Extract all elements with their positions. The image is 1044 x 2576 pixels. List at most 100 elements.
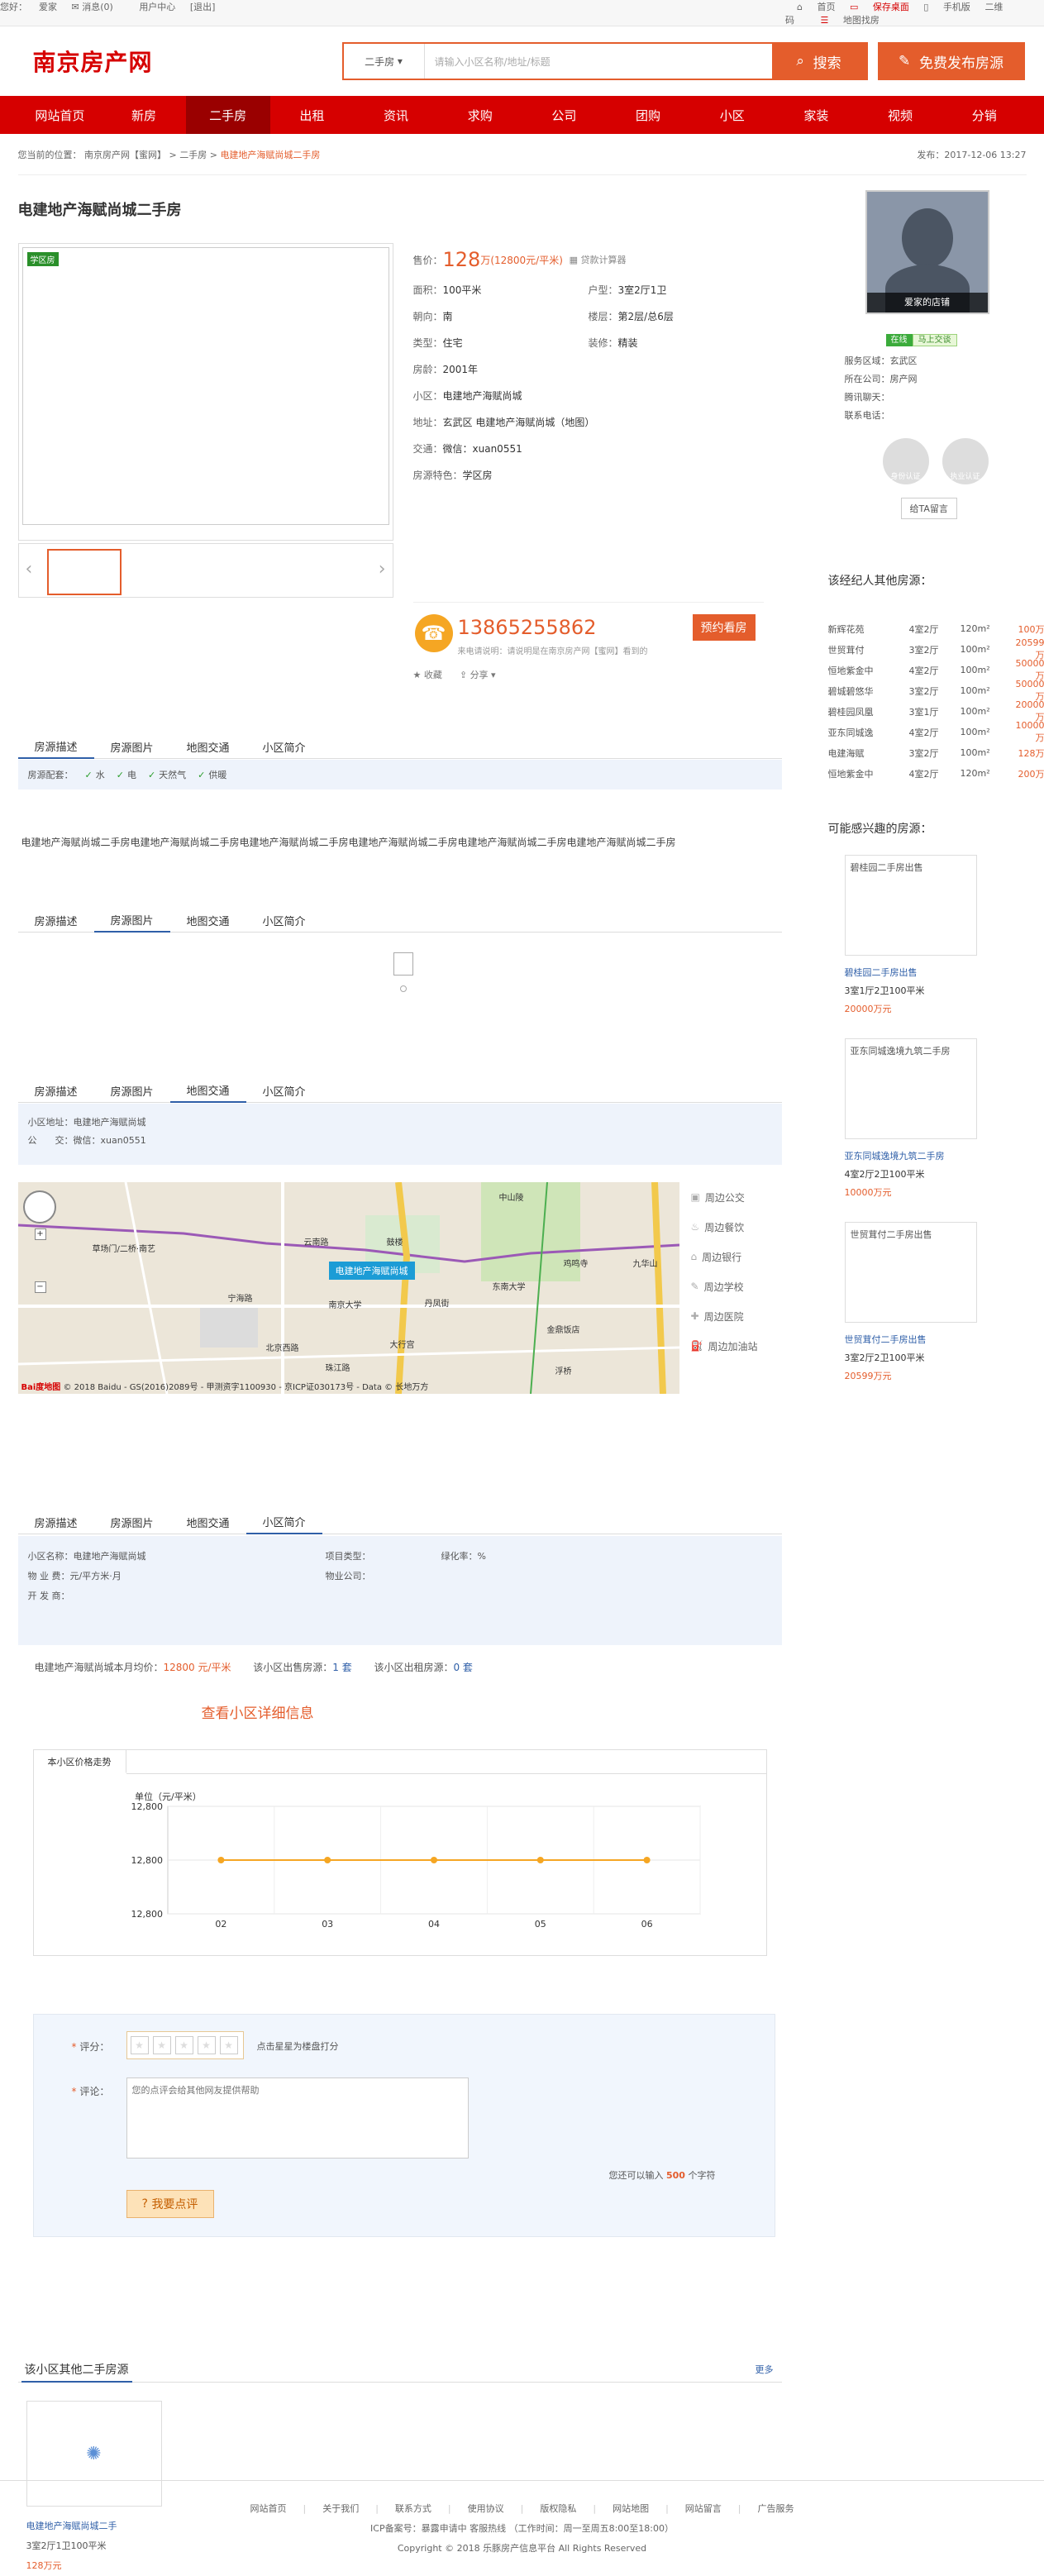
- tab-2[interactable]: 地图交通: [170, 734, 246, 759]
- community-detail-link[interactable]: 查看小区详细信息: [202, 1701, 314, 1722]
- map-tool-1[interactable]: ♨周边餐饮: [691, 1212, 758, 1242]
- nav-item[interactable]: 二手房: [186, 96, 270, 134]
- tab-0[interactable]: 房源描述: [18, 1510, 94, 1534]
- baidu-map[interactable]: 南京大学珠江路鼓楼云南路鸡鸣寺九华山东南大学丹凤街宁海路草场门/二桥·南艺浮桥金…: [18, 1182, 679, 1394]
- book-viewing-button[interactable]: 预约看房: [693, 614, 756, 641]
- tab-0[interactable]: 房源描述: [18, 1078, 94, 1103]
- tab-2[interactable]: 地图交通: [170, 1510, 246, 1534]
- footer-link[interactable]: 网站地图: [613, 2503, 649, 2514]
- search-input[interactable]: 请输入小区名称/地址/标题: [425, 44, 772, 79]
- tab-1[interactable]: 房源图片: [94, 908, 170, 933]
- tab-2[interactable]: 地图交通: [170, 1078, 246, 1103]
- interest-image[interactable]: 世贸茸付二手房出售: [845, 1222, 977, 1323]
- home-link[interactable]: ⌂ 首页: [797, 2, 835, 12]
- map-tool-5[interactable]: ⛽周边加油站: [691, 1331, 758, 1361]
- agent-avatar[interactable]: 爱家的店铺: [865, 190, 989, 314]
- tab-0[interactable]: 房源描述: [18, 734, 94, 759]
- zoom-out-button[interactable]: −: [35, 1281, 46, 1293]
- photo-dot[interactable]: [400, 985, 407, 992]
- nav-item[interactable]: 出租: [270, 96, 355, 134]
- agent-listing-row[interactable]: 碧城碧悠华3室2厅100m²50000万: [828, 680, 1044, 701]
- favorite-button[interactable]: ★ 收藏: [413, 670, 442, 680]
- interest-link[interactable]: 碧桂园二手房出售: [845, 964, 925, 982]
- map-tool-4[interactable]: ✚周边医院: [691, 1301, 758, 1331]
- nav-item[interactable]: 分销: [942, 96, 1027, 134]
- footer-link[interactable]: 使用协议: [468, 2503, 504, 2514]
- user-link[interactable]: 爱家: [39, 2, 57, 12]
- agent-listing-row[interactable]: 恒地紫金中4室2厅120m²200万: [828, 763, 1044, 784]
- nav-item[interactable]: 公司: [522, 96, 607, 134]
- submit-review-button[interactable]: ? 我要点评: [126, 2190, 214, 2218]
- footer-link[interactable]: 网站留言: [685, 2503, 722, 2514]
- comment-textarea[interactable]: [126, 2077, 469, 2159]
- rent-count-link[interactable]: 0 套: [453, 1662, 472, 1673]
- nav-item[interactable]: 团购: [606, 96, 690, 134]
- more-link[interactable]: 更多: [756, 2363, 774, 2376]
- agent-listing-row[interactable]: 世贸茸付3室2厅100m²20599万: [828, 639, 1044, 660]
- messages-link[interactable]: ✉ 消息(0): [72, 2, 125, 12]
- tab-1[interactable]: 房源图片: [94, 1510, 170, 1534]
- tab-3[interactable]: 小区简介: [246, 1510, 322, 1534]
- search-button[interactable]: ⌕ 搜索: [772, 44, 866, 79]
- crumb-section[interactable]: 二手房: [179, 150, 207, 160]
- tab-1[interactable]: 房源图片: [94, 1078, 170, 1103]
- leave-message-button[interactable]: 给TA留言: [901, 498, 957, 519]
- tab-3[interactable]: 小区简介: [246, 1078, 322, 1103]
- nav-item[interactable]: 网站首页: [18, 96, 102, 134]
- star-icon[interactable]: ★: [175, 2036, 193, 2054]
- agent-listing-row[interactable]: 碧桂园凤凰3室1厅100m²20000万: [828, 701, 1044, 722]
- agent-listing-row[interactable]: 亚东同城逸4室2厅100m²10000万: [828, 722, 1044, 742]
- footer-link[interactable]: 关于我们: [322, 2503, 359, 2514]
- map-pan-control[interactable]: [23, 1190, 56, 1224]
- search-type-select[interactable]: 二手房 ▾: [344, 44, 425, 79]
- logout-link[interactable]: [退出]: [190, 2, 216, 12]
- agent-listing-row[interactable]: 新辉花苑4室2厅120m²100万: [828, 618, 1044, 639]
- prev-arrow-icon[interactable]: ‹: [26, 559, 33, 580]
- tab-2[interactable]: 地图交通: [170, 908, 246, 933]
- footer-link[interactable]: 版权隐私: [540, 2503, 576, 2514]
- zoom-in-button[interactable]: +: [35, 1228, 46, 1240]
- interest-link[interactable]: 亚东同城逸境九筑二手房: [845, 1147, 945, 1166]
- map-tool-3[interactable]: ✎周边学校: [691, 1271, 758, 1301]
- footer-link[interactable]: 联系方式: [395, 2503, 431, 2514]
- footer-link[interactable]: 网站首页: [250, 2503, 286, 2514]
- tab-3[interactable]: 小区简介: [246, 734, 322, 759]
- publish-button[interactable]: ✎ 免费发布房源: [878, 42, 1025, 80]
- star-rating[interactable]: ★★★★★: [126, 2031, 244, 2059]
- nav-item[interactable]: 家装: [775, 96, 859, 134]
- interest-image[interactable]: 碧桂园二手房出售: [845, 855, 977, 956]
- save-desktop-link[interactable]: ▭ 保存桌面: [850, 2, 909, 12]
- footer-link[interactable]: 广告服务: [758, 2503, 794, 2514]
- star-icon[interactable]: ★: [220, 2036, 238, 2054]
- nav-item[interactable]: 新房: [102, 96, 186, 134]
- site-logo[interactable]: 南京房产网: [33, 45, 153, 78]
- star-icon[interactable]: ★: [131, 2036, 149, 2054]
- agent-listing-row[interactable]: 恒地紫金中4室2厅100m²50000万: [828, 660, 1044, 680]
- share-button[interactable]: ⇪ 分享 ▾: [460, 670, 496, 680]
- star-icon[interactable]: ★: [153, 2036, 171, 2054]
- sale-count-link[interactable]: 1 套: [332, 1662, 351, 1673]
- map-pin-label[interactable]: 电建地产海赋尚城: [329, 1262, 415, 1280]
- star-icon[interactable]: ★: [198, 2036, 216, 2054]
- chart-tab[interactable]: 本小区价格走势: [34, 1750, 126, 1773]
- nav-item[interactable]: 小区: [690, 96, 775, 134]
- community-link[interactable]: 电建地产海赋尚城: [443, 389, 522, 403]
- interest-link[interactable]: 世贸茸付二手房出售: [845, 1331, 927, 1349]
- user-center-link[interactable]: 用户中心: [139, 2, 175, 12]
- main-photo[interactable]: [22, 247, 389, 525]
- tab-0[interactable]: 房源描述: [18, 908, 94, 933]
- tab-3[interactable]: 小区简介: [246, 908, 322, 933]
- thumbnail[interactable]: [47, 549, 122, 595]
- next-arrow-icon[interactable]: ›: [379, 559, 386, 580]
- map-find-link[interactable]: ☰ 地图找房: [809, 15, 880, 26]
- loan-calc-link[interactable]: ▦ 贷款计算器: [570, 253, 627, 266]
- tab-1[interactable]: 房源图片: [94, 734, 170, 759]
- mobile-link[interactable]: ▯ 手机版: [923, 2, 970, 12]
- online-badge[interactable]: 在线马上交谈: [886, 332, 957, 345]
- map-tool-2[interactable]: ⌂周边银行: [691, 1242, 758, 1271]
- interest-image[interactable]: 亚东同城逸境九筑二手房: [845, 1038, 977, 1139]
- agent-listing-row[interactable]: 电建海赋3室2厅100m²128万: [828, 742, 1044, 763]
- nav-item[interactable]: 视频: [858, 96, 942, 134]
- map-tool-0[interactable]: ▣周边公交: [691, 1182, 758, 1212]
- nav-item[interactable]: 求购: [438, 96, 522, 134]
